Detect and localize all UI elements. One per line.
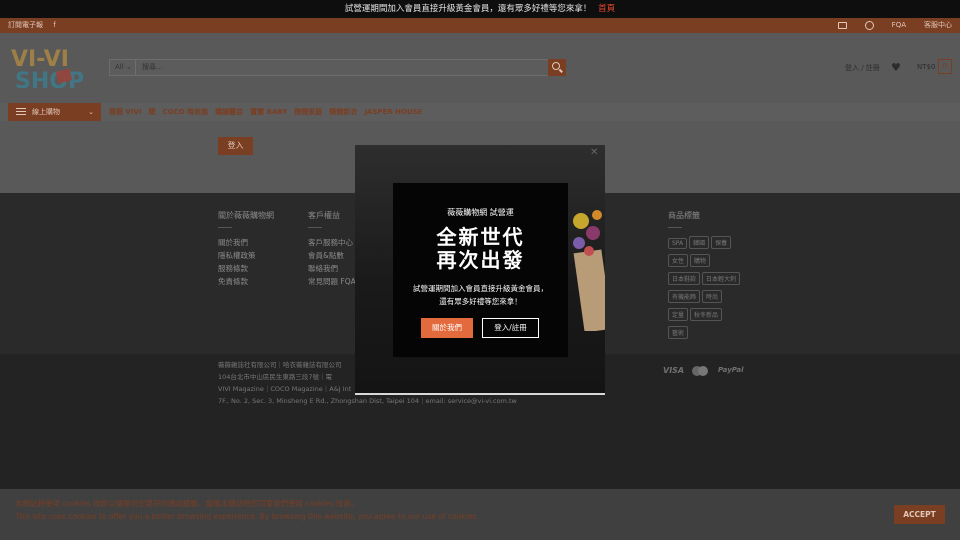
wishlist-heart-icon[interactable]: ♥ — [891, 61, 901, 74]
paypal-icon: PayPal — [718, 366, 744, 374]
about-us-button[interactable]: 關於我們 — [421, 318, 473, 338]
modal-title-line: 全新世代 — [436, 225, 525, 249]
cookie-text-en: This site uses cookies to offer you a be… — [15, 512, 479, 521]
logo-line2: SHOP — [15, 69, 84, 92]
search-bar: All ⌄ 搜尋... — [109, 59, 566, 76]
modal-description: 試營運期間加入會員直接升級黃金會員， 還有眾多好禮等您來拿！ — [393, 282, 568, 308]
accept-cookies-button[interactable]: ACCEPT — [894, 505, 945, 524]
visa-icon: VISA — [663, 366, 685, 375]
divider — [668, 227, 682, 228]
footer-col-customer: 客戶權益 客戶服務中心 會員&點數 聯絡我們 常見問題 FQA — [308, 210, 356, 288]
tag[interactable]: 有機能飾 — [668, 290, 701, 303]
modal-desc-line: 試營運期間加入會員直接升級黃金會員， — [413, 284, 548, 293]
tag[interactable]: 購物 — [690, 254, 711, 267]
nav-link-jie[interactable]: 婕 — [148, 103, 155, 121]
announcement-link[interactable]: 首頁 — [598, 4, 615, 14]
modal-desc-line: 還有眾多好禮等您來拿！ — [439, 297, 522, 306]
footer-heading-about: 關於薇薇購物網 — [218, 211, 274, 220]
tag[interactable]: 韓國 — [689, 236, 710, 249]
chevron-down-icon: ⌄ — [88, 108, 94, 116]
nav-links: 薇薇 VIVI 婕 COCO 時尚族 嬌媚醫芸 寶寶 BABY 微微家庭 微微新… — [109, 103, 422, 121]
nav-link-jasper[interactable]: JASPER HOUSE — [364, 103, 422, 121]
footer-link-privacy[interactable]: 隱私權政策 — [218, 249, 274, 262]
login-register-button[interactable]: 登入/註冊 — [482, 318, 539, 338]
footer-link-about-us[interactable]: 關於我們 — [218, 236, 274, 249]
footer-col-tags: 商品標籤 SPA 韓國 保養 女性 購物 日本鞋款 日本輕大刺 有機能飾 時尚 定量 秋冬新… — [668, 210, 748, 344]
divider — [218, 227, 232, 228]
hamburger-icon — [16, 108, 26, 115]
mail-icon[interactable] — [837, 22, 847, 29]
shop-menu-label: 線上購物 — [32, 108, 60, 116]
mastercard-icon — [692, 366, 708, 376]
search-category-select[interactable]: All ⌄ — [110, 60, 136, 75]
announcement-text: 試營運期間加入會員直接升級黃金會員，還有眾多好禮等您來拿！ — [344, 4, 592, 14]
tag[interactable]: 保養 — [711, 236, 732, 249]
nav-link-coco[interactable]: COCO 時尚族 — [162, 103, 208, 121]
announcement-bar: 試營運期間加入會員直接升級黃金會員，還有眾多好禮等您來拿！ 首頁 — [0, 0, 960, 18]
copyright-line: 7F., No. 2, Sec. 3, Minsheng E Rd., Zhon… — [218, 397, 517, 405]
account-link[interactable]: 登入 / 註冊 — [845, 63, 880, 73]
clock-icon[interactable] — [864, 21, 874, 30]
tag[interactable]: 秋冬新品 — [690, 308, 723, 321]
cart-count-icon[interactable]: 0 — [938, 59, 952, 74]
tag[interactable]: 藝術 — [668, 326, 689, 339]
search-input[interactable]: 搜尋... — [142, 60, 163, 75]
search-button[interactable] — [548, 59, 566, 76]
tag[interactable]: 日本鞋款 — [668, 272, 701, 285]
footer-heading-customer: 客戶權益 — [308, 211, 340, 220]
login-button[interactable]: 登入 — [218, 137, 253, 155]
footer-link-faq[interactable]: 常見問題 FQA — [308, 275, 356, 288]
service-link[interactable]: 客服中心 — [924, 18, 952, 33]
facebook-icon[interactable]: f — [53, 21, 55, 29]
top-bar: 訂閱電子報 f FQA 客服中心 — [0, 18, 960, 33]
tag[interactable]: 時尚 — [702, 290, 723, 303]
subscribe-link[interactable]: 訂閱電子報 — [8, 21, 43, 29]
footer-link-contact[interactable]: 聯絡我們 — [308, 262, 356, 275]
shop-menu-button[interactable]: 線上購物 ⌄ — [8, 103, 101, 121]
close-icon[interactable]: ✕ — [590, 147, 598, 158]
nav-link-home[interactable]: 微微家庭 — [294, 103, 322, 121]
vivi-shop-logo[interactable]: VI-VI SHOP — [9, 44, 95, 92]
faq-link[interactable]: FQA — [892, 18, 906, 33]
footer-heading-tags: 商品標籤 — [668, 211, 700, 220]
tag[interactable]: 日本輕大刺 — [702, 272, 741, 285]
flower-bouquet-image — [573, 210, 605, 331]
search-icon — [552, 62, 560, 70]
footer-link-terms[interactable]: 服務條款 — [218, 262, 274, 275]
tag[interactable]: SPA — [668, 238, 688, 249]
nav-link-baby[interactable]: 寶寶 BABY — [250, 103, 287, 121]
cart-total[interactable]: NT$0 — [917, 63, 935, 71]
nav-link-new[interactable]: 微微新衣 — [329, 103, 357, 121]
nav-link-beauty[interactable]: 嬌媚醫芸 — [215, 103, 243, 121]
tag[interactable]: 女性 — [668, 254, 689, 267]
footer-link-disclaimer[interactable]: 免責條款 — [218, 275, 274, 288]
tag[interactable]: 定量 — [668, 308, 689, 321]
footer-link-points[interactable]: 會員&點數 — [308, 249, 356, 262]
modal-title-line: 再次出發 — [436, 248, 525, 272]
nav-link-vivi[interactable]: 薇薇 VIVI — [109, 103, 141, 121]
footer-col-about: 關於薇薇購物網 關於我們 隱私權政策 服務條款 免責條款 — [218, 210, 274, 288]
modal-subtitle: 薇薇購物網 試營運 — [447, 208, 514, 217]
divider — [308, 227, 322, 228]
footer-link-service-center[interactable]: 客戶服務中心 — [308, 236, 356, 249]
cookie-text-zh: 本網站將使用 cookies 技術以便提供您更好的網站體驗，當繼本網站時您同意我… — [15, 499, 359, 508]
modal-title: 全新世代 再次出發 — [393, 226, 568, 272]
